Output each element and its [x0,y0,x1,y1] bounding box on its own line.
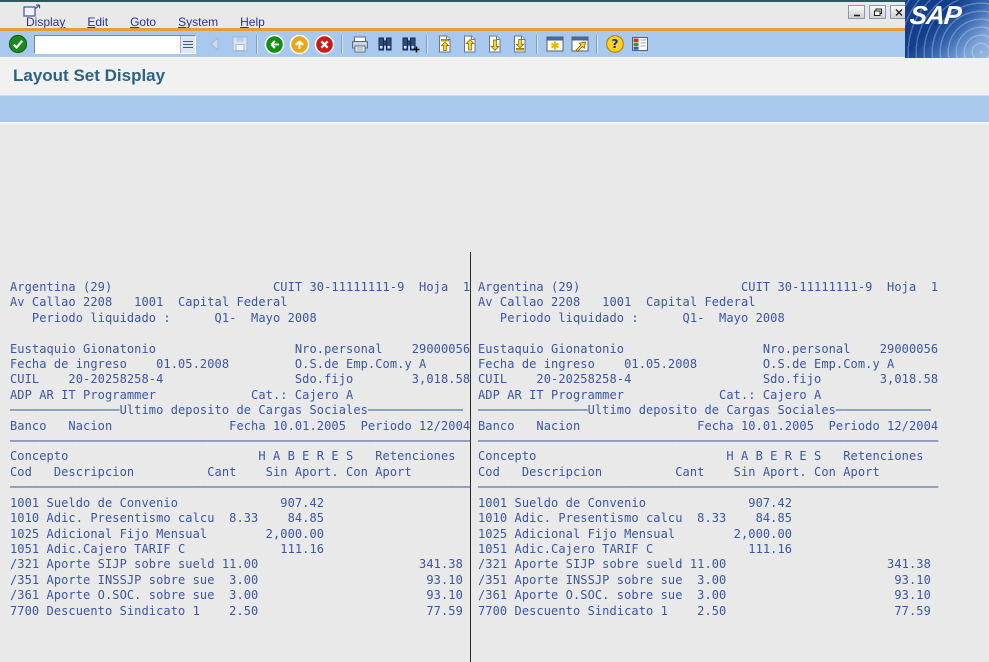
print-icon [350,34,370,54]
exit-button[interactable] [288,33,311,56]
page-up-button[interactable] [458,33,481,56]
back-icon [264,34,285,55]
standard-toolbar: ? [0,31,905,58]
find-button[interactable] [373,33,396,56]
back-button[interactable] [263,33,286,56]
last-page-button[interactable] [508,33,531,56]
customize-layout-icon [630,34,650,54]
svg-text:?: ? [611,37,618,51]
cancel-button[interactable] [313,33,336,56]
find-next-button[interactable] [398,33,421,56]
save-button[interactable] [228,33,251,56]
payslip-pane-left: Argentina (29) CUIT 30-11111111-9 Hoja 1… [10,280,470,619]
display-grid-button[interactable] [543,33,566,56]
minimize-button[interactable] [848,5,865,19]
cancel-icon [314,34,335,55]
enter-icon [8,34,28,54]
page-down-button[interactable] [483,33,506,56]
print-button[interactable] [348,33,371,56]
help-button[interactable]: ? [603,33,626,56]
titlebar: Display Edit Goto System Help [0,0,989,28]
application-toolbar [0,95,989,124]
minimize-icon [852,8,862,17]
last-page-icon [510,34,530,54]
first-page-button[interactable] [433,33,456,56]
close-icon [894,8,904,17]
create-shortcut-button[interactable] [568,33,591,56]
save-icon [230,34,250,54]
exit-icon [289,34,310,55]
find-icon [375,34,395,54]
command-input[interactable] [35,36,180,53]
title-row: Layout Set Display [0,58,989,95]
restore-icon [873,8,883,17]
scroll-back-button[interactable] [203,33,226,56]
display-grid-icon [545,34,565,54]
page-title: Layout Set Display [13,66,165,86]
find-next-icon [400,34,420,54]
enter-button[interactable] [6,33,29,56]
restore-button[interactable] [869,5,886,19]
sap-logo-text: SAP [908,0,962,31]
payslip-pane-right: Argentina (29) CUIT 30-11111111-9 Hoja 1… [478,280,938,619]
list-area: Argentina (29) CUIT 30-11111111-9 Hoja 1… [0,124,989,538]
command-field-wrap [34,35,196,54]
customize-layout-button[interactable] [628,33,651,56]
create-shortcut-icon [570,34,590,54]
scroll-back-icon [205,34,225,54]
first-page-icon [435,34,455,54]
sap-logo: SAP [905,0,989,58]
page-up-icon [460,34,480,54]
help-icon: ? [605,34,625,54]
command-dropdown-icon[interactable] [180,36,195,53]
page-down-icon [485,34,505,54]
